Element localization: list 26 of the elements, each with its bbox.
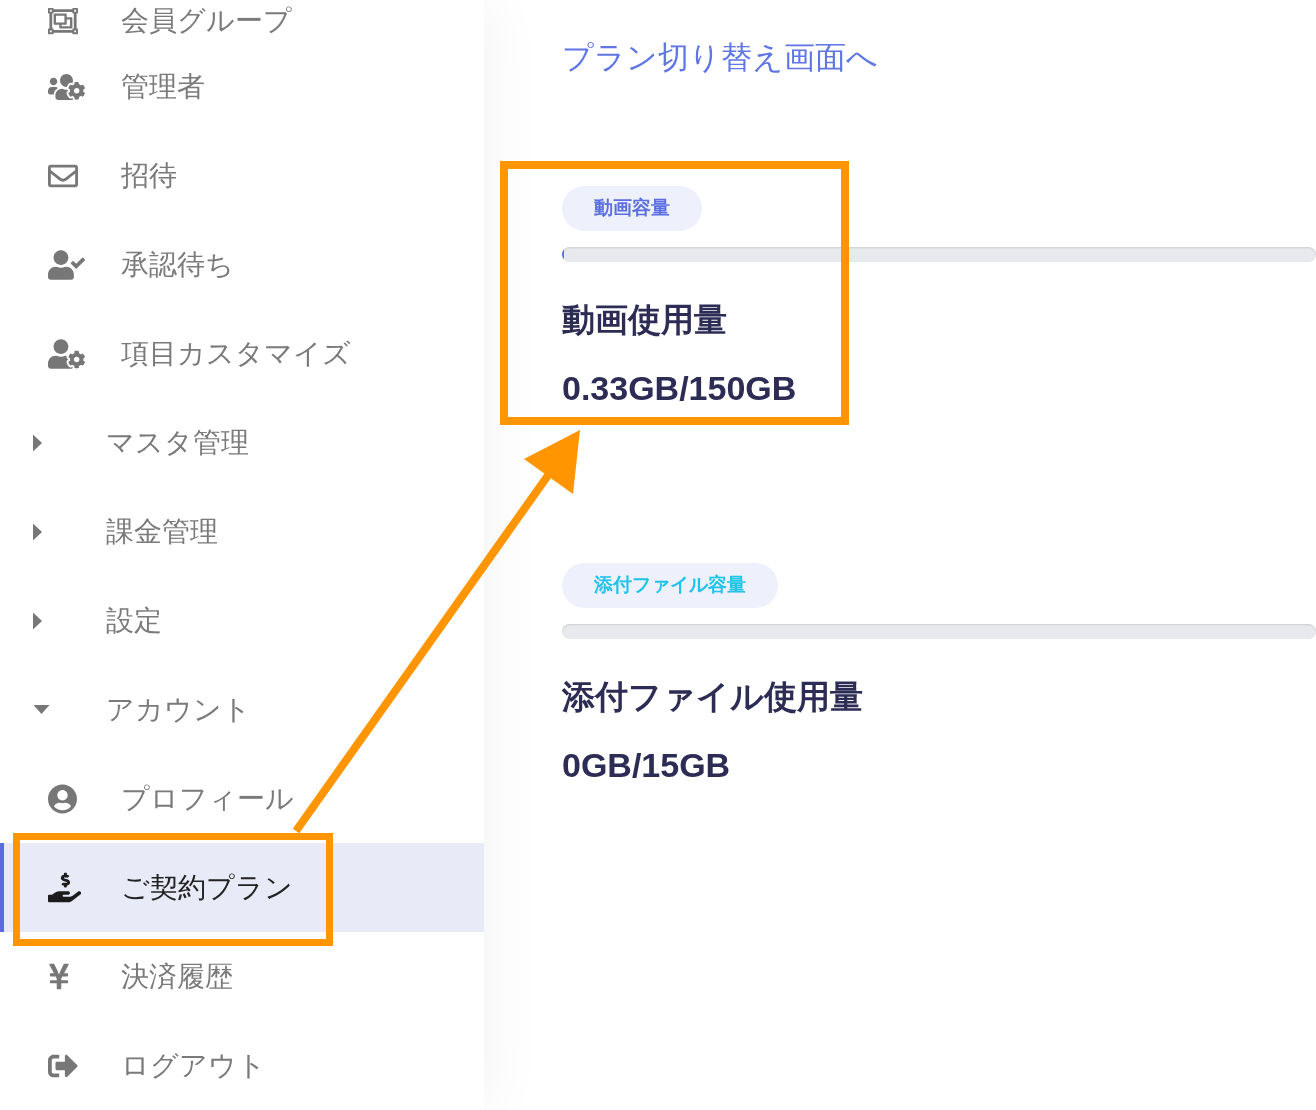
sidebar-item[interactable]: 会員グループ	[0, 0, 484, 42]
sidebar-item[interactable]: 招待	[0, 131, 484, 220]
sidebar-item[interactable]: ご契約プラン	[0, 843, 484, 932]
usage-heading: 動画使用量	[562, 300, 727, 340]
hand-dollar-icon	[48, 872, 81, 903]
category-badge: 動画容量	[562, 186, 702, 231]
yen-icon	[48, 962, 70, 991]
frame-icon	[48, 6, 78, 36]
sidebar-item[interactable]: 承認待ち	[0, 220, 484, 309]
sidebar-item[interactable]: ログアウト	[0, 1021, 484, 1110]
sidebar-item[interactable]: プロフィール	[0, 754, 484, 843]
user-gear-icon	[48, 338, 85, 369]
sidebar-group[interactable]: アカウント	[0, 665, 484, 754]
sidebar-group[interactable]: マスタ管理	[0, 398, 484, 487]
usage-value: 0GB/15GB	[562, 745, 731, 785]
sidebar-item[interactable]: 管理者	[0, 42, 484, 131]
sidebar-group[interactable]: 設定	[0, 576, 484, 665]
user-check-icon	[48, 249, 85, 280]
plan-switch-link[interactable]: プラン切り替え画面へ	[562, 38, 878, 78]
sidebar-item[interactable]: 決済履歴	[0, 932, 484, 1021]
usage-value: 0.33GB/150GB	[562, 368, 797, 408]
sidebar-group[interactable]: 課金管理	[0, 487, 484, 576]
sidebar-item[interactable]: 項目カスタマイズ	[0, 309, 484, 398]
category-badge: 添付ファイル容量	[562, 563, 778, 608]
users-gear-icon	[48, 71, 85, 102]
usage-heading: 添付ファイル使用量	[562, 677, 863, 717]
